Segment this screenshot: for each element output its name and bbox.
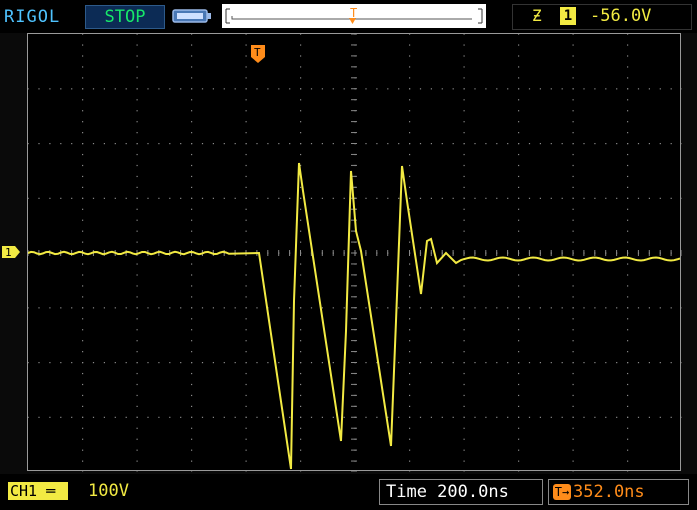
svg-text:T: T: [254, 46, 261, 59]
trigger-source-badge: 1: [560, 7, 576, 25]
channel-1-marker-icon[interactable]: 1: [1, 245, 21, 259]
rising-edge-icon: Ƶ: [532, 6, 542, 25]
channel-1-label[interactable]: CH1 ═: [8, 482, 68, 500]
svg-text:T: T: [350, 6, 357, 20]
waveform-screen[interactable]: [27, 33, 682, 472]
memory-depth-icon: [172, 9, 211, 23]
dc-coupling-icon: ═: [46, 482, 56, 500]
channel-1-scale: 100V: [88, 481, 129, 501]
channel-1-label-text: CH1: [10, 482, 38, 500]
trigger-offset-readout[interactable]: T→ 352.0ns: [548, 479, 689, 505]
oscilloscope-display: RIGOL STOP T Ƶ 1 -56.0V 1 T CH1 ═ 100V T…: [0, 0, 697, 510]
graticule: [28, 34, 682, 472]
trigger-level: -56.0V: [590, 6, 652, 26]
timebase-readout[interactable]: Time 200.0ns: [379, 479, 543, 505]
channel-1-waveform: [28, 162, 681, 470]
waveform-memory-bar: T: [222, 4, 486, 28]
svg-text:1: 1: [5, 246, 12, 259]
top-status-bar: RIGOL STOP T Ƶ 1 -56.0V: [0, 0, 697, 33]
trigger-marker-icon[interactable]: T: [250, 44, 266, 64]
brand-logo: RIGOL: [4, 7, 61, 27]
trigger-offset-icon: T→: [553, 484, 571, 500]
run-status-indicator[interactable]: STOP: [85, 5, 165, 29]
trigger-offset-value: 352.0ns: [573, 482, 645, 502]
